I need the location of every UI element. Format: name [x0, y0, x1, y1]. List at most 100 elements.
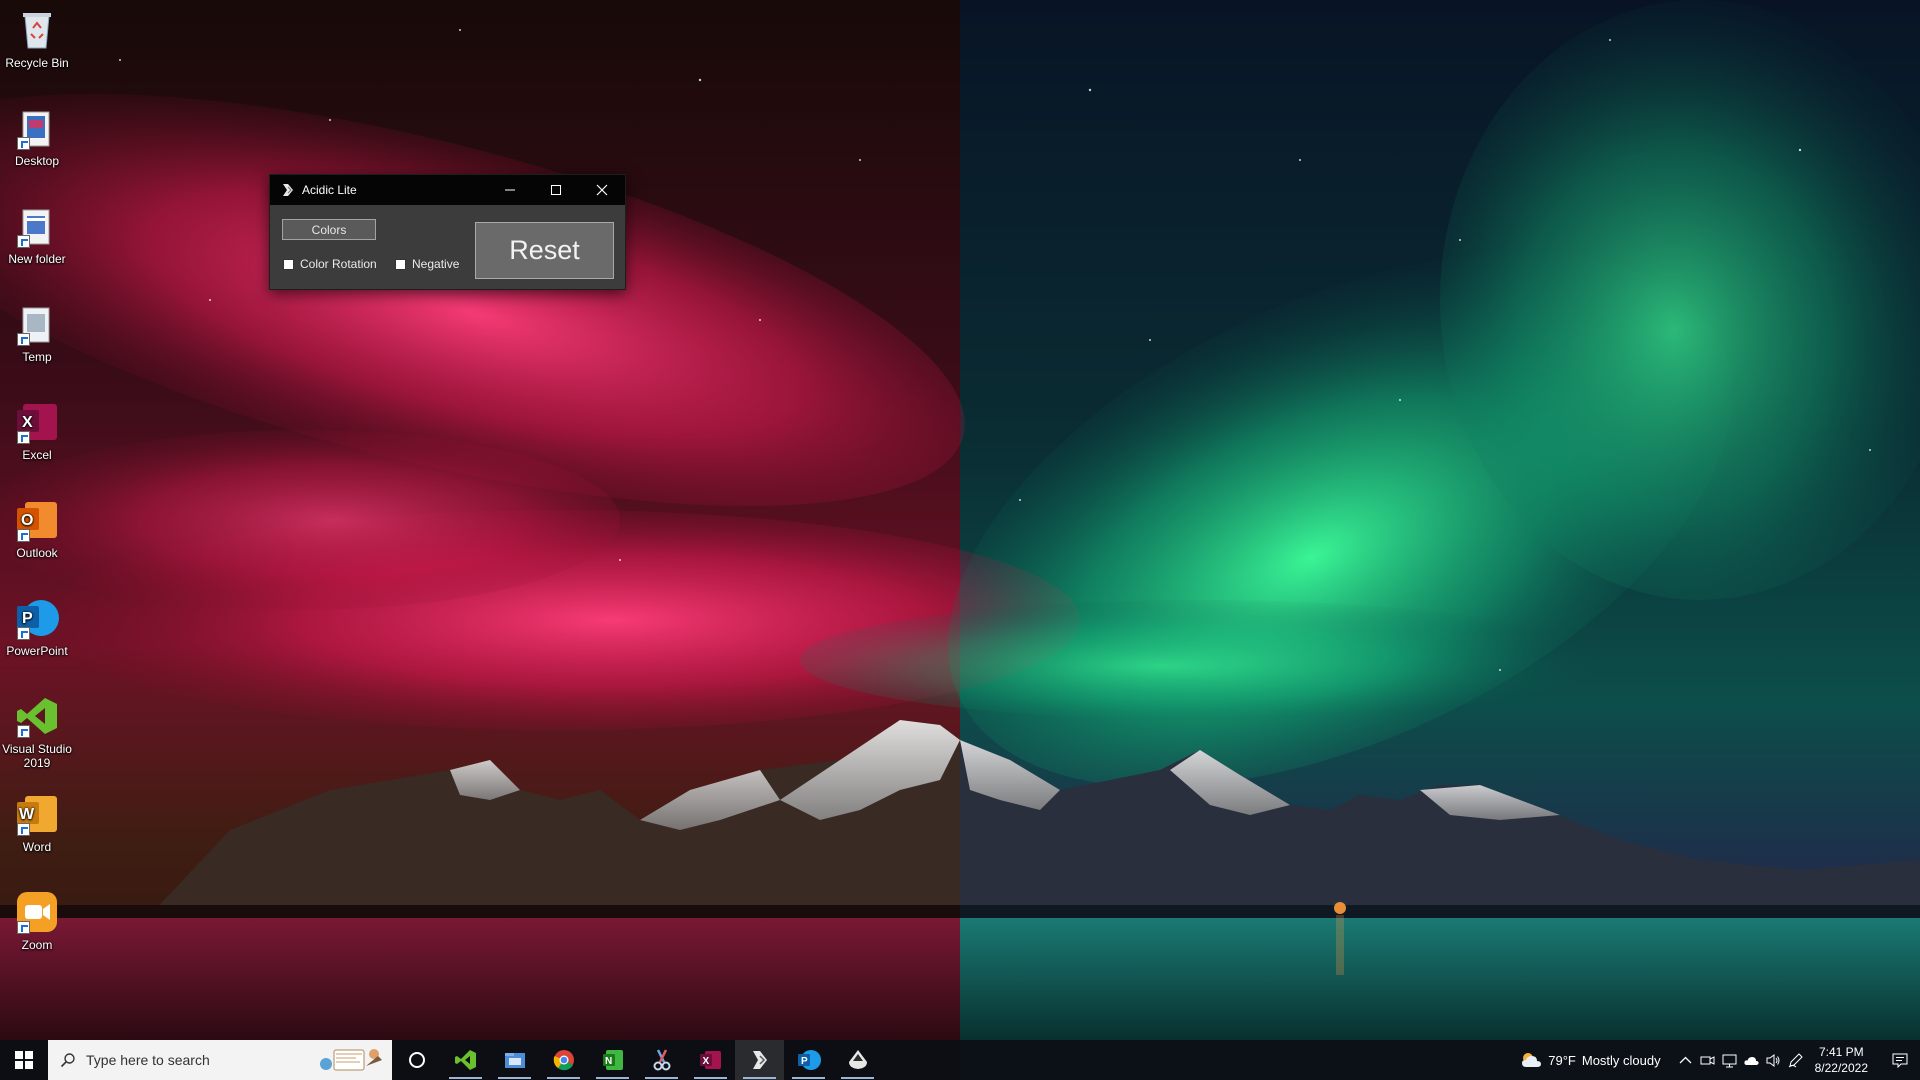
outlook-icon: O — [15, 498, 59, 542]
window-title: Acidic Lite — [302, 183, 357, 197]
taskbar: Type here to search N X P 79°F Mostly cl… — [0, 1040, 1920, 1080]
desktop-icon-label: Excel — [22, 448, 52, 462]
chrome-icon — [553, 1050, 574, 1071]
tray-volume[interactable] — [1763, 1040, 1785, 1080]
shortcut-arrow-icon — [17, 627, 30, 640]
chevron-up-icon — [1679, 1056, 1692, 1063]
taskbar-search-box[interactable]: Type here to search — [48, 1040, 392, 1080]
desktop-icon-recycle-bin[interactable]: Recycle Bin — [2, 8, 72, 70]
weather-temperature: 79°F — [1548, 1052, 1576, 1068]
negative-label: Negative — [412, 257, 460, 271]
taskbar-clock[interactable]: 7:41 PM 8/22/2022 — [1815, 1044, 1868, 1076]
show-hidden-icons-button[interactable] — [1675, 1040, 1697, 1080]
onenote-icon: N — [602, 1050, 623, 1070]
search-highlight-illustration-icon — [320, 1049, 382, 1071]
tray-pen[interactable] — [1785, 1040, 1807, 1080]
taskbar-app-powerpoint[interactable]: P — [784, 1040, 833, 1080]
desktop-icon-label: Temp — [22, 350, 52, 364]
minimize-icon — [505, 189, 515, 191]
desktop-icon-label: Zoom — [21, 938, 53, 952]
desktop-icon-label: Desktop — [14, 154, 60, 168]
clock-date: 8/22/2022 — [1814, 1061, 1868, 1075]
desktop-icon-label: Visual Studio 2019 — [2, 742, 72, 770]
clock-time: 7:41 PM — [1818, 1045, 1864, 1059]
taskbar-app-onenote[interactable]: N — [588, 1040, 637, 1080]
cortana-icon — [408, 1052, 425, 1068]
checkbox-box[interactable] — [283, 258, 294, 270]
taskbar-app-inkscape[interactable] — [833, 1040, 882, 1080]
desktop-icon-label: PowerPoint — [6, 644, 68, 658]
taskbar-app-visual-studio[interactable] — [441, 1040, 490, 1080]
shortcut-arrow-icon — [17, 431, 30, 444]
desktop-icon-excel[interactable]: X Excel — [2, 400, 72, 462]
start-button[interactable] — [0, 1040, 48, 1080]
speaker-icon — [1766, 1053, 1780, 1067]
shortcut-arrow-icon — [17, 235, 30, 248]
negative-checkbox[interactable]: Negative — [395, 257, 459, 271]
weather-condition: Mostly cloudy — [1581, 1052, 1661, 1068]
shortcut-arrow-icon — [17, 333, 30, 346]
color-rotation-label: Color Rotation — [300, 257, 377, 271]
desktop-icon-label: Outlook — [16, 546, 58, 560]
tray-network[interactable] — [1719, 1040, 1741, 1080]
maximize-button[interactable] — [533, 175, 579, 205]
video-camera-icon — [1700, 1055, 1715, 1065]
svg-text:X: X — [22, 414, 33, 431]
folder-icon — [15, 302, 59, 346]
window-titlebar[interactable]: Acidic Lite — [270, 175, 625, 205]
taskbar-app-excel[interactable]: X — [686, 1040, 735, 1080]
taskbar-app-acidic-lite[interactable] — [735, 1040, 784, 1080]
shortcut-arrow-icon — [17, 725, 30, 738]
close-button[interactable] — [579, 175, 625, 205]
tray-onedrive[interactable] — [1741, 1040, 1763, 1080]
weather-widget[interactable]: 79°F Mostly cloudy — [1520, 1051, 1661, 1069]
cortana-button[interactable] — [392, 1040, 441, 1080]
excel-icon: X — [15, 400, 59, 444]
visual-studio-icon — [454, 1050, 476, 1070]
taskbar-app-snipping-tool[interactable] — [637, 1040, 686, 1080]
desktop-icon-new-folder[interactable]: New folder — [2, 204, 72, 266]
powerpoint-icon: P — [797, 1050, 821, 1070]
colors-button[interactable]: Colors — [282, 219, 376, 240]
shortcut-arrow-icon — [17, 529, 30, 542]
desktop-icon-label: Recycle Bin — [5, 56, 69, 70]
desktop-icon-temp[interactable]: Temp — [2, 302, 72, 364]
notification-icon — [1892, 1053, 1908, 1068]
desktop-icon-visual-studio[interactable]: Visual Studio 2019 — [2, 694, 72, 770]
desktop-icon-powerpoint[interactable]: P PowerPoint — [2, 596, 72, 658]
inkscape-icon — [848, 1050, 867, 1069]
svg-text:O: O — [21, 512, 33, 529]
desktop-icon-desktop[interactable]: Desktop — [2, 106, 72, 168]
acidic-app-icon — [752, 1051, 767, 1069]
acidic-app-icon — [283, 184, 293, 196]
search-placeholder: Type here to search — [86, 1052, 210, 1068]
search-icon — [60, 1053, 75, 1068]
svg-text:N: N — [605, 1056, 612, 1067]
recycle-bin-icon — [15, 8, 59, 52]
shortcut-arrow-icon — [17, 823, 30, 836]
minimize-button[interactable] — [487, 175, 533, 205]
svg-text:X: X — [702, 1056, 709, 1067]
network-icon — [1722, 1054, 1737, 1067]
svg-text:W: W — [19, 806, 35, 823]
close-icon — [596, 184, 608, 196]
taskbar-app-chrome[interactable] — [539, 1040, 588, 1080]
desktop-icon-word[interactable]: W Word — [2, 792, 72, 854]
svg-text:P: P — [801, 1056, 808, 1067]
taskbar-app-file-explorer[interactable] — [490, 1040, 539, 1080]
action-center-button[interactable] — [1880, 1040, 1920, 1080]
file-explorer-icon — [504, 1053, 525, 1068]
tray-meet-now[interactable] — [1697, 1040, 1719, 1080]
powerpoint-icon: P — [15, 596, 59, 640]
checkbox-box[interactable] — [395, 258, 406, 270]
desktop-icon-zoom[interactable]: Zoom — [2, 890, 72, 952]
zoom-icon — [15, 890, 59, 934]
system-tray: 79°F Mostly cloudy 7:41 PM 8/22/2022 — [1520, 1040, 1920, 1080]
snipping-tool-icon — [653, 1049, 670, 1071]
desktop-icon-label: New folder — [8, 252, 66, 266]
desktop-wallpaper — [0, 0, 1920, 1080]
color-rotation-checkbox[interactable]: Color Rotation — [283, 257, 377, 271]
word-icon: W — [15, 792, 59, 836]
desktop-icon-outlook[interactable]: O Outlook — [2, 498, 72, 560]
reset-button[interactable]: Reset — [475, 222, 614, 279]
